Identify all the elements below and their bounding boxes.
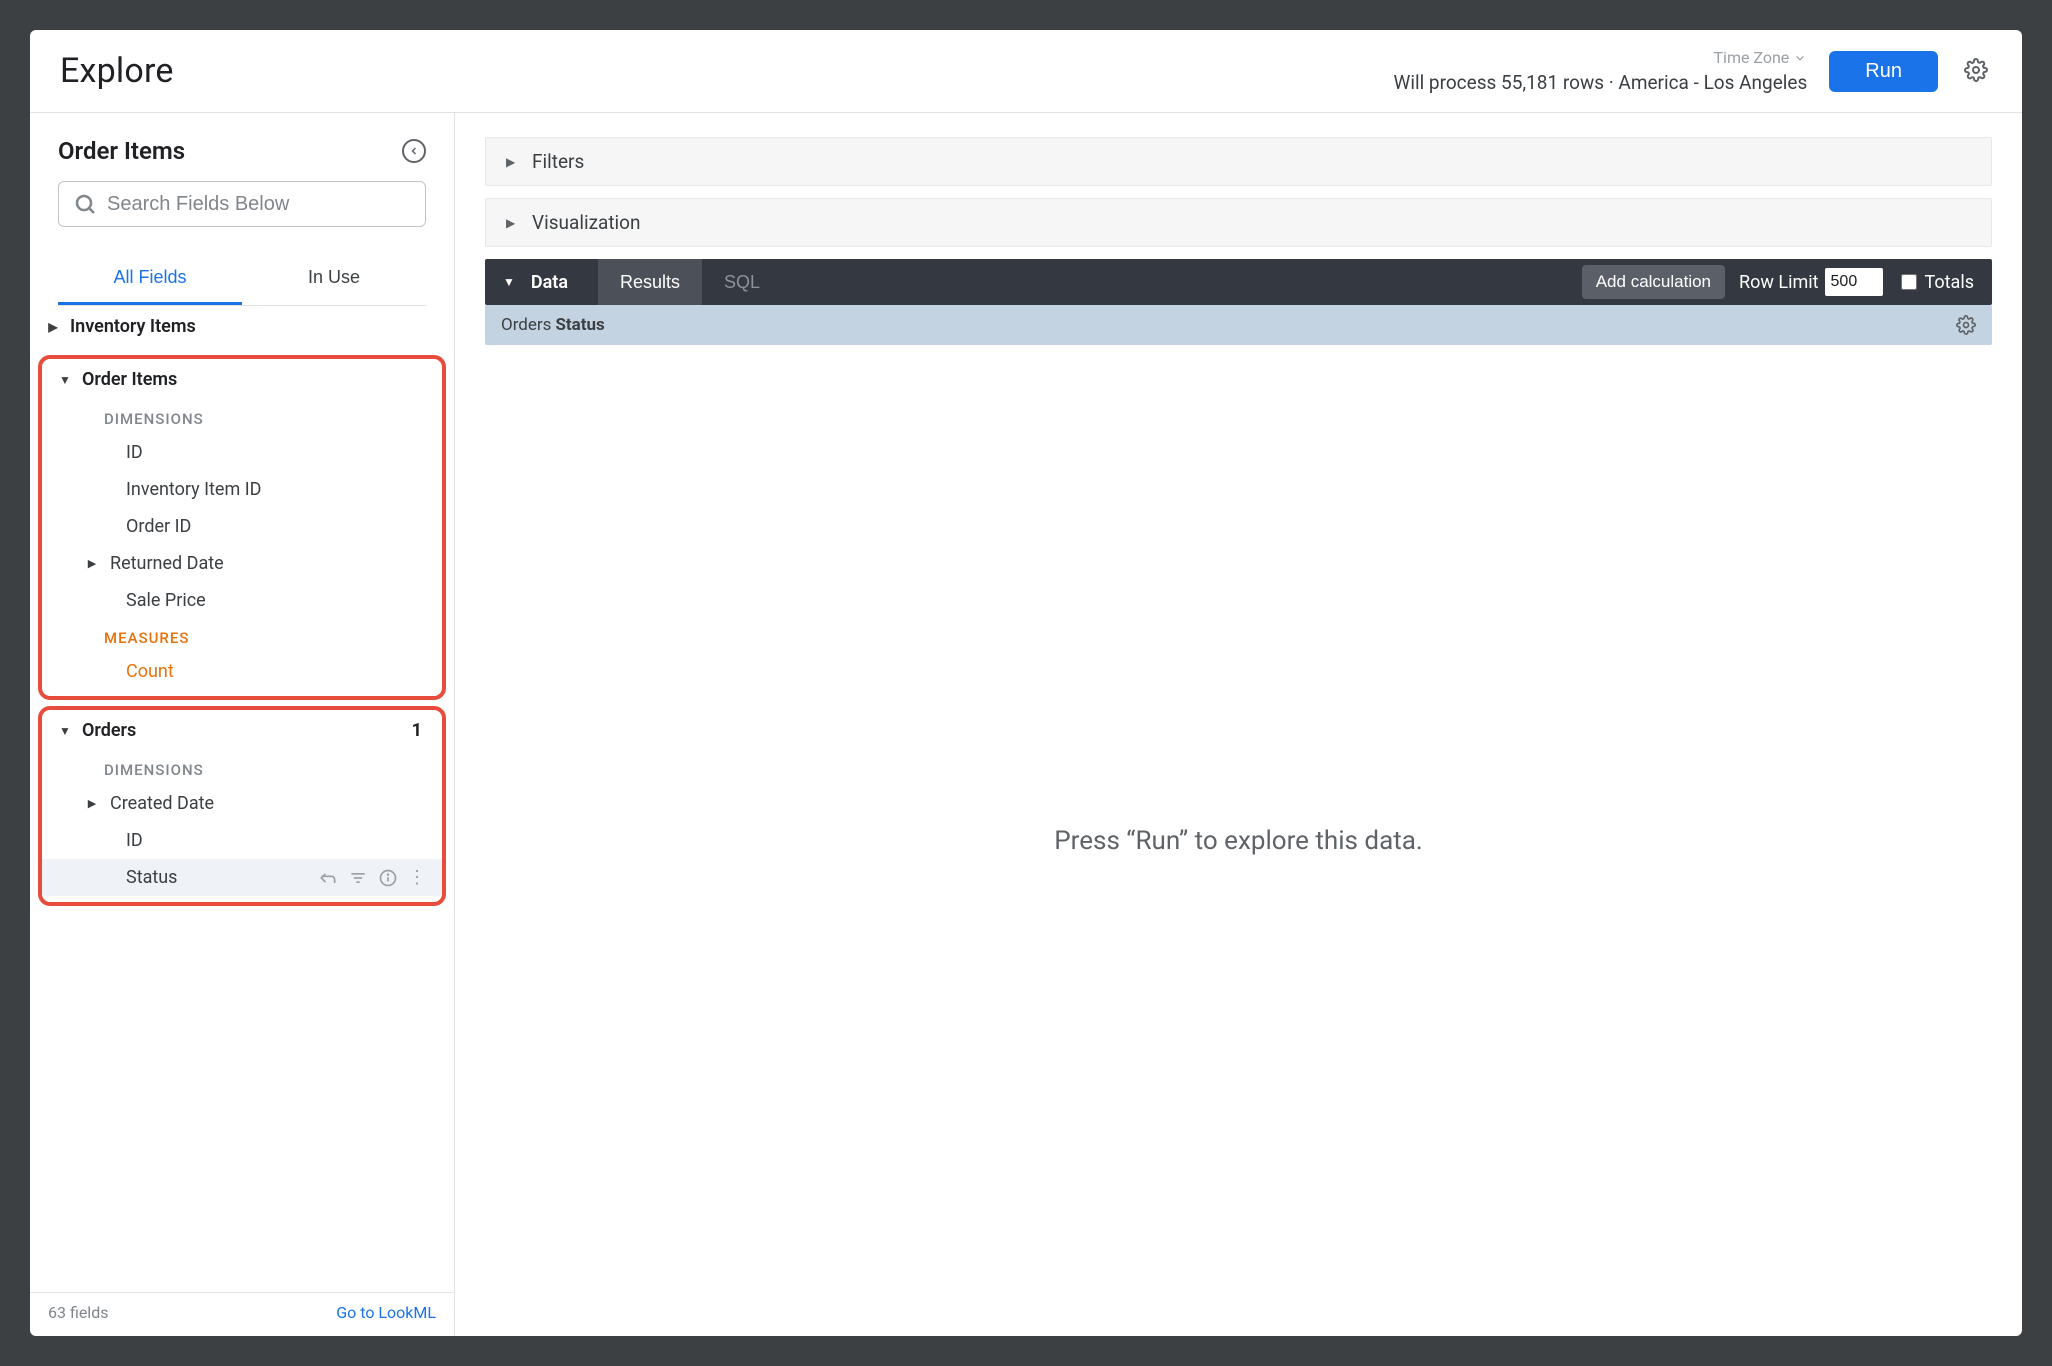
gear-icon	[1964, 58, 1988, 82]
field-label: ID	[122, 830, 143, 851]
search-icon	[73, 192, 97, 216]
field-order-items-id[interactable]: ID	[42, 434, 442, 471]
measures-label: MEASURES	[42, 619, 442, 653]
panel-title: Filters	[532, 150, 584, 173]
field-tree[interactable]: ▶ Inventory Items ▼ Order Items DIMENSIO…	[30, 306, 454, 1292]
caret-down-icon: ▼	[56, 373, 74, 387]
tab-all-fields[interactable]: All Fields	[58, 253, 242, 305]
field-label: Inventory Item ID	[122, 479, 261, 500]
status-text: Will process 55,181 rows · America - Los…	[1393, 71, 1807, 94]
caret-down-icon: ▼	[56, 724, 74, 738]
totals-checkbox[interactable]	[1901, 274, 1917, 290]
timezone-label-text: Time Zone	[1714, 48, 1790, 67]
sidebar-footer: 63 fields Go to LookML	[30, 1292, 454, 1336]
field-label: Returned Date	[106, 553, 224, 574]
empty-state: Press “Run” to explore this data.	[485, 345, 1992, 1336]
header-status: Time Zone Will process 55,181 rows · Ame…	[1393, 48, 1807, 94]
field-orders-id[interactable]: ID	[42, 822, 442, 859]
caret-right-icon: ▶	[44, 320, 62, 334]
field-orders-status[interactable]: Status ⋮	[42, 859, 442, 896]
go-to-lookml-link[interactable]: Go to LookML	[336, 1303, 436, 1322]
settings-gear-button[interactable]	[1960, 54, 1992, 89]
main-panel: ▶ Filters ▶ Visualization ▼ Data Results…	[455, 113, 2022, 1336]
dimensions-label: DIMENSIONS	[42, 400, 442, 434]
field-orders-created-date[interactable]: ▶ Created Date	[42, 785, 442, 822]
add-calculation-button[interactable]: Add calculation	[1582, 265, 1725, 299]
field-label: ID	[122, 442, 143, 463]
tab-in-use[interactable]: In Use	[242, 253, 426, 305]
data-column-header[interactable]: Orders Status	[485, 305, 1992, 345]
data-bar: ▼ Data Results SQL Add calculation Row L…	[485, 259, 1992, 305]
field-order-items-order-id[interactable]: Order ID	[42, 508, 442, 545]
field-label: Order ID	[122, 516, 191, 537]
row-limit-label: Row Limit	[1739, 272, 1818, 293]
caret-down-icon[interactable]: ▼	[485, 275, 527, 289]
filter-icon[interactable]	[348, 868, 368, 888]
totals-label: Totals	[1925, 272, 1974, 293]
field-order-items-sale-price[interactable]: Sale Price	[42, 582, 442, 619]
header-bar: Explore Time Zone Will process 55,181 ro…	[30, 30, 2022, 113]
info-icon[interactable]	[378, 868, 398, 888]
column-field-name: Status	[555, 315, 604, 335]
sidebar-top: Order Items All Fields In Use	[30, 113, 454, 306]
caret-right-icon: ▶	[506, 155, 518, 169]
chevron-left-icon	[408, 145, 420, 157]
sidebar-title-row: Order Items	[58, 137, 426, 165]
highlight-order-items: ▼ Order Items DIMENSIONS ID Inventory It…	[38, 355, 446, 700]
caret-right-icon: ▶	[506, 216, 518, 230]
explore-name: Order Items	[58, 137, 185, 165]
search-box[interactable]	[58, 181, 426, 227]
visualization-panel-header[interactable]: ▶ Visualization	[485, 198, 1992, 247]
empty-state-text: Press “Run” to explore this data.	[1054, 826, 1422, 856]
header-right: Time Zone Will process 55,181 rows · Ame…	[1393, 48, 1992, 94]
app-window: Explore Time Zone Will process 55,181 ro…	[30, 30, 2022, 1336]
field-label: Status	[122, 867, 177, 888]
dimensions-label: DIMENSIONS	[42, 751, 442, 785]
tab-results[interactable]: Results	[598, 259, 702, 305]
collapse-sidebar-button[interactable]	[402, 139, 426, 163]
view-header-inventory-items[interactable]: ▶ Inventory Items	[30, 306, 454, 347]
highlight-orders: ▼ Orders 1 DIMENSIONS ▶ Created Date ID	[38, 706, 446, 906]
caret-right-icon: ▶	[84, 797, 100, 810]
page-title: Explore	[60, 51, 174, 91]
view-inventory-items: ▶ Inventory Items	[30, 306, 454, 351]
view-label: Order Items	[82, 369, 177, 390]
panel-title: Visualization	[532, 211, 641, 234]
caret-right-icon: ▶	[84, 557, 100, 570]
chevron-down-icon	[1793, 51, 1807, 65]
field-picker-tabs: All Fields In Use	[58, 253, 426, 306]
body: Order Items All Fields In Use	[30, 113, 2022, 1336]
field-order-items-inventory-item-id[interactable]: Inventory Item ID	[42, 471, 442, 508]
search-input[interactable]	[107, 193, 411, 216]
totals-toggle[interactable]: Totals	[1901, 272, 1974, 293]
filters-panel-header[interactable]: ▶ Filters	[485, 137, 1992, 186]
view-header-order-items[interactable]: ▼ Order Items	[42, 359, 442, 400]
view-label: Inventory Items	[70, 316, 196, 337]
timezone-picker[interactable]: Time Zone	[1714, 48, 1808, 67]
pivot-icon[interactable]	[318, 868, 338, 888]
view-selected-count: 1	[412, 720, 422, 741]
tab-sql[interactable]: SQL	[702, 259, 782, 305]
field-label: Created Date	[106, 793, 214, 814]
kebab-icon[interactable]: ⋮	[408, 867, 432, 888]
field-order-items-count[interactable]: Count	[42, 653, 442, 690]
view-header-orders[interactable]: ▼ Orders 1	[42, 710, 442, 751]
column-gear-button[interactable]	[1956, 315, 1976, 335]
view-label: Orders	[82, 720, 136, 741]
column-view-name: Orders	[501, 315, 551, 335]
row-limit-input[interactable]	[1825, 268, 1883, 296]
field-picker-sidebar: Order Items All Fields In Use	[30, 113, 455, 1336]
field-count: 63 fields	[48, 1303, 108, 1322]
run-button[interactable]: Run	[1829, 51, 1938, 92]
field-label: Sale Price	[122, 590, 206, 611]
data-bar-title: Data	[527, 259, 598, 305]
field-label: Count	[122, 661, 174, 682]
field-row-actions: ⋮	[318, 867, 432, 888]
field-order-items-returned-date[interactable]: ▶ Returned Date	[42, 545, 442, 582]
